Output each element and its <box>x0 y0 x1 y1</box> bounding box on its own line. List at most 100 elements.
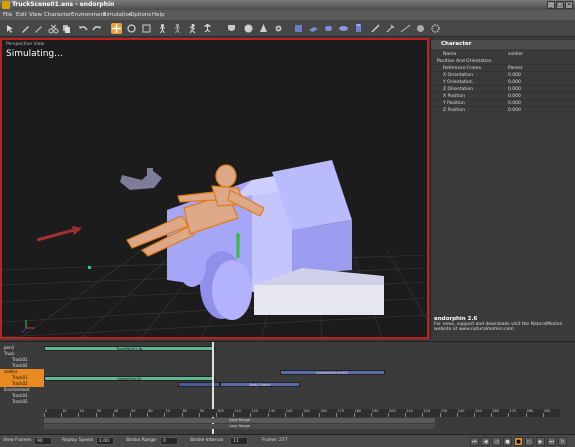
property-row[interactable]: Y Orientation 0.000 <box>431 79 575 86</box>
panel-header[interactable]: Character <box>431 40 575 49</box>
status-bar: View Frames 90 Replay Speed 1.00 Stroke … <box>0 434 575 447</box>
edit-tool-icon[interactable] <box>33 23 44 34</box>
redo-icon[interactable] <box>91 23 102 34</box>
ruler-tick-label: 280 <box>526 409 534 413</box>
ruler-tick <box>61 413 63 417</box>
camera-icon[interactable] <box>385 23 396 34</box>
menu-bar: File Edit View Character Environment Sim… <box>0 10 575 20</box>
menu-simulation[interactable]: Simulation <box>103 12 132 18</box>
character-jump-icon[interactable] <box>202 23 213 34</box>
clip[interactable]: SoldierRun.Bc <box>44 375 215 381</box>
undo-icon[interactable] <box>78 23 89 34</box>
property-row[interactable]: X Position 0.000 <box>431 93 575 100</box>
ruler-tick-label: 170 <box>337 409 345 413</box>
clip[interactable]: TruckPath01.Bc <box>44 345 215 351</box>
step-back-icon[interactable]: ◀ <box>481 437 490 446</box>
ruler-tick-label: 100 <box>217 409 224 413</box>
stroke-interval-input[interactable]: 11 <box>230 437 248 445</box>
go-end-icon[interactable]: ⏭ <box>547 437 556 446</box>
minimize-button[interactable]: _ <box>547 1 555 9</box>
property-row[interactable]: X Orientation 0.000 <box>431 72 575 79</box>
cylinder-blue-icon[interactable] <box>353 23 364 34</box>
ruler-tick <box>405 413 407 417</box>
capsule-blue-icon[interactable] <box>323 23 334 34</box>
ruler-tick-label: 210 <box>406 409 413 413</box>
ruler-tick <box>542 413 544 417</box>
play-back-icon[interactable]: ◁ <box>492 437 501 446</box>
plane-blue-icon[interactable] <box>308 23 319 34</box>
property-row[interactable]: Y Position 0.000 <box>431 100 575 107</box>
cut-icon[interactable] <box>48 23 59 34</box>
view-frames-input[interactable]: 90 <box>34 437 52 445</box>
menu-file[interactable]: File <box>3 12 12 18</box>
ruler-tick-label: 60 <box>148 409 153 413</box>
ruler-tick <box>422 413 424 417</box>
frame-ruler[interactable]: 0 10 20 30 40 50 60 70 80 90 100 110 120 130 140 150 160… <box>44 409 560 417</box>
maximize-button[interactable]: □ <box>556 1 564 9</box>
ruler-tick <box>319 413 321 417</box>
toolbar <box>0 20 575 37</box>
perspective-viewport[interactable]: Perspective View Simulating... <box>0 38 429 339</box>
stroke-range-input[interactable]: 0 <box>160 437 178 445</box>
cone-icon[interactable] <box>258 23 269 34</box>
gear-icon[interactable] <box>430 23 441 34</box>
close-button[interactable]: × <box>565 1 573 9</box>
clip[interactable]: Body Stable <box>220 381 300 387</box>
property-row-group[interactable]: Position And Orientation <box>431 58 575 65</box>
select-tool-icon[interactable] <box>4 23 15 34</box>
save-range-bar[interactable]: Save Range <box>44 418 435 423</box>
ruler-tick-label: 30 <box>96 409 102 413</box>
ruler-tick <box>112 413 114 417</box>
shield-icon[interactable] <box>226 23 237 34</box>
measure-icon[interactable] <box>400 23 411 34</box>
ruler-tick <box>474 413 475 417</box>
target-icon[interactable] <box>415 23 426 34</box>
move-tool-icon[interactable] <box>111 23 122 34</box>
ruler-tick-label: 40 <box>113 409 119 413</box>
about-text: For news, support and downloads visit th… <box>434 322 563 332</box>
character-pose-icon[interactable] <box>172 23 183 34</box>
ruler-tick-label: 0 <box>45 409 48 413</box>
scale-tool-icon[interactable] <box>141 23 152 34</box>
character-run-icon[interactable] <box>187 23 198 34</box>
menu-options[interactable]: Options <box>130 12 151 18</box>
go-start-icon[interactable]: ⏮ <box>470 437 479 446</box>
ruler-tick-label: 180 <box>354 409 362 413</box>
box-blue-icon[interactable] <box>293 23 304 34</box>
ellipse-blue-icon[interactable] <box>338 23 349 34</box>
menu-view[interactable]: View <box>29 12 42 18</box>
joint-icon[interactable] <box>273 23 284 34</box>
property-row[interactable]: Reference Frame Parent <box>431 65 575 72</box>
character-add-icon[interactable] <box>157 23 168 34</box>
light-icon[interactable] <box>370 23 381 34</box>
loop-range-bar[interactable]: Loop Range <box>44 424 435 429</box>
menu-environment[interactable]: Environment <box>71 12 106 18</box>
frame-counter: Frame: 277 <box>262 438 288 443</box>
rotate-tool-icon[interactable] <box>126 23 137 34</box>
ruler-tick <box>216 413 217 417</box>
ruler-tick-label: 260 <box>492 409 499 413</box>
ruler-tick-label: 130 <box>268 409 276 413</box>
menu-character[interactable]: Character <box>44 12 71 18</box>
play-icon[interactable]: ▷ <box>525 437 534 446</box>
property-row[interactable]: Z Orientation 0.000 <box>431 86 575 93</box>
property-row[interactable]: Name soldier <box>431 51 575 58</box>
ruler-tick-label: 110 <box>234 409 241 413</box>
record-icon[interactable]: ● <box>503 437 512 446</box>
sphere-icon[interactable] <box>243 23 254 34</box>
menu-help[interactable]: Help <box>152 12 165 18</box>
copy-icon[interactable] <box>61 23 72 34</box>
stop-icon[interactable]: ■ <box>514 437 523 446</box>
track-row[interactable]: Track02 <box>0 399 575 405</box>
replay-speed-input[interactable]: 1.00 <box>96 437 114 445</box>
ruler-tick-label: 190 <box>371 409 379 413</box>
pen-tool-icon[interactable] <box>20 23 31 34</box>
ruler-tick <box>388 413 389 417</box>
clip[interactable]: AnimationEvent01 <box>280 369 385 375</box>
ruler-tick <box>95 413 97 417</box>
ruler-tick <box>336 413 338 417</box>
property-row[interactable]: Z Position 0.000 <box>431 107 575 114</box>
menu-edit[interactable]: Edit <box>16 12 27 18</box>
loop-icon[interactable]: ↻ <box>558 437 567 446</box>
step-forward-icon[interactable]: ▶ <box>536 437 545 446</box>
